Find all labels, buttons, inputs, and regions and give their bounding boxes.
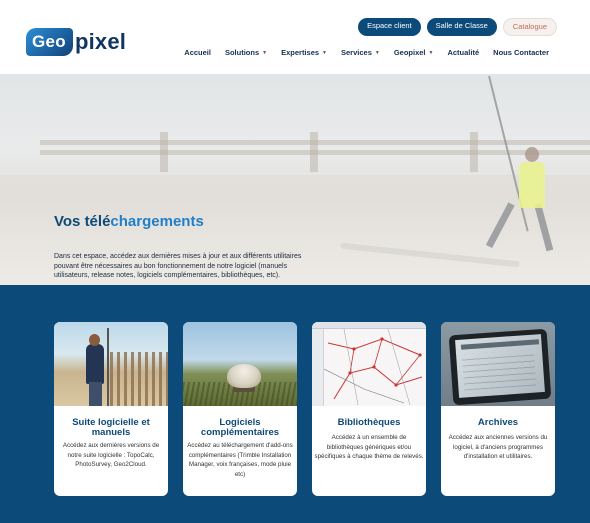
card-description: Accédez aux anciennes versions du logici…: [448, 434, 548, 460]
hero-description: Dans cet espace, accédez aux dernières m…: [54, 253, 302, 279]
nav-item-expertises[interactable]: Expertises ▼: [281, 48, 327, 57]
card-image-map-software: [312, 322, 426, 406]
site-header: Geo pixel Espace client Salle de Classe …: [0, 0, 590, 74]
card-archives[interactable]: Archives Accédez aux anciennes versions …: [441, 322, 555, 496]
card-image-tablet: [441, 322, 555, 406]
chevron-down-icon: ▼: [262, 49, 268, 56]
software-sidebar: [312, 329, 324, 406]
card-description: Accédez au téléchargement d'add-ons comp…: [187, 442, 293, 478]
nav-item-label: Actualité: [447, 48, 480, 57]
page-title-part2: chargements: [110, 213, 204, 230]
catalogue-button[interactable]: Catalogue: [502, 18, 557, 36]
card-title: Suite logicielle et manuels: [72, 417, 150, 438]
main-nav: Accueil Solutions ▼ Expertises ▼ Services ▼…: [184, 48, 549, 57]
hero-banner: Vos téléchargements Dans cet espace, acc…: [0, 74, 590, 285]
nav-item-accueil[interactable]: Accueil: [184, 48, 211, 57]
survey-rod: [107, 328, 109, 406]
card-bibliotheques[interactable]: Bibliothèques Accédez à un ensemble de b…: [312, 322, 426, 496]
logo-wordmark: pixel: [74, 29, 127, 54]
nav-item-geopixel[interactable]: Geopixel ▼: [394, 48, 434, 57]
nav-item-solutions[interactable]: Solutions ▼: [225, 48, 267, 57]
chevron-down-icon: ▼: [374, 49, 380, 56]
surveyor-legs: [89, 382, 102, 406]
tablet-screen-content: [461, 349, 537, 391]
nav-item-actualite[interactable]: Actualité: [447, 48, 479, 57]
nav-item-label: Accueil: [184, 48, 211, 57]
beach-fence: [110, 352, 168, 406]
map-drawing: [324, 329, 423, 406]
software-toolbar: [312, 322, 426, 329]
nav-item-label: Nous Contacter: [493, 48, 549, 57]
card-title: Archives: [477, 417, 519, 428]
card-image-surveyor: [54, 322, 168, 406]
card-description: Accédez à un ensemble de bibliothèques g…: [314, 434, 424, 460]
nav-item-label: Services: [341, 48, 372, 57]
chevron-down-icon: ▼: [322, 49, 327, 56]
nav-item-nous-contacter[interactable]: Nous Contacter: [493, 48, 549, 57]
nav-item-services[interactable]: Services ▼: [341, 48, 380, 57]
card-description: Accédez aux dernières versions de notre …: [62, 442, 160, 468]
gps-antenna-icon: [227, 364, 261, 388]
card-image-gps-antenna: [183, 322, 297, 406]
page-title-part1: Vos télé: [54, 213, 111, 230]
salle-de-classe-button[interactable]: Salle de Classe: [426, 18, 497, 36]
card-title: Logiciels complémentaires: [200, 417, 280, 438]
espace-client-button[interactable]: Espace client: [358, 18, 421, 36]
card-logiciels-complementaires[interactable]: Logiciels complémentaires Accédez au tél…: [183, 322, 297, 496]
card-title: Bibliothèques: [337, 417, 401, 428]
nav-item-label: Solutions: [224, 48, 260, 57]
chevron-down-icon: ▼: [428, 49, 434, 56]
surveyor-head: [89, 334, 100, 346]
page-title: Vos téléchargements: [54, 213, 204, 230]
geopixel-logo[interactable]: Geo pixel: [26, 24, 126, 60]
nav-item-label: Expertises: [281, 48, 320, 57]
top-buttons: Espace client Salle de Classe Catalogue: [358, 18, 557, 36]
logo-badge: Geo: [26, 28, 73, 56]
nav-item-label: Geopixel: [393, 48, 426, 57]
surveyor-figure: [86, 344, 104, 384]
card-suite-logicielle[interactable]: Suite logicielle et manuels Accédez aux …: [54, 322, 168, 496]
